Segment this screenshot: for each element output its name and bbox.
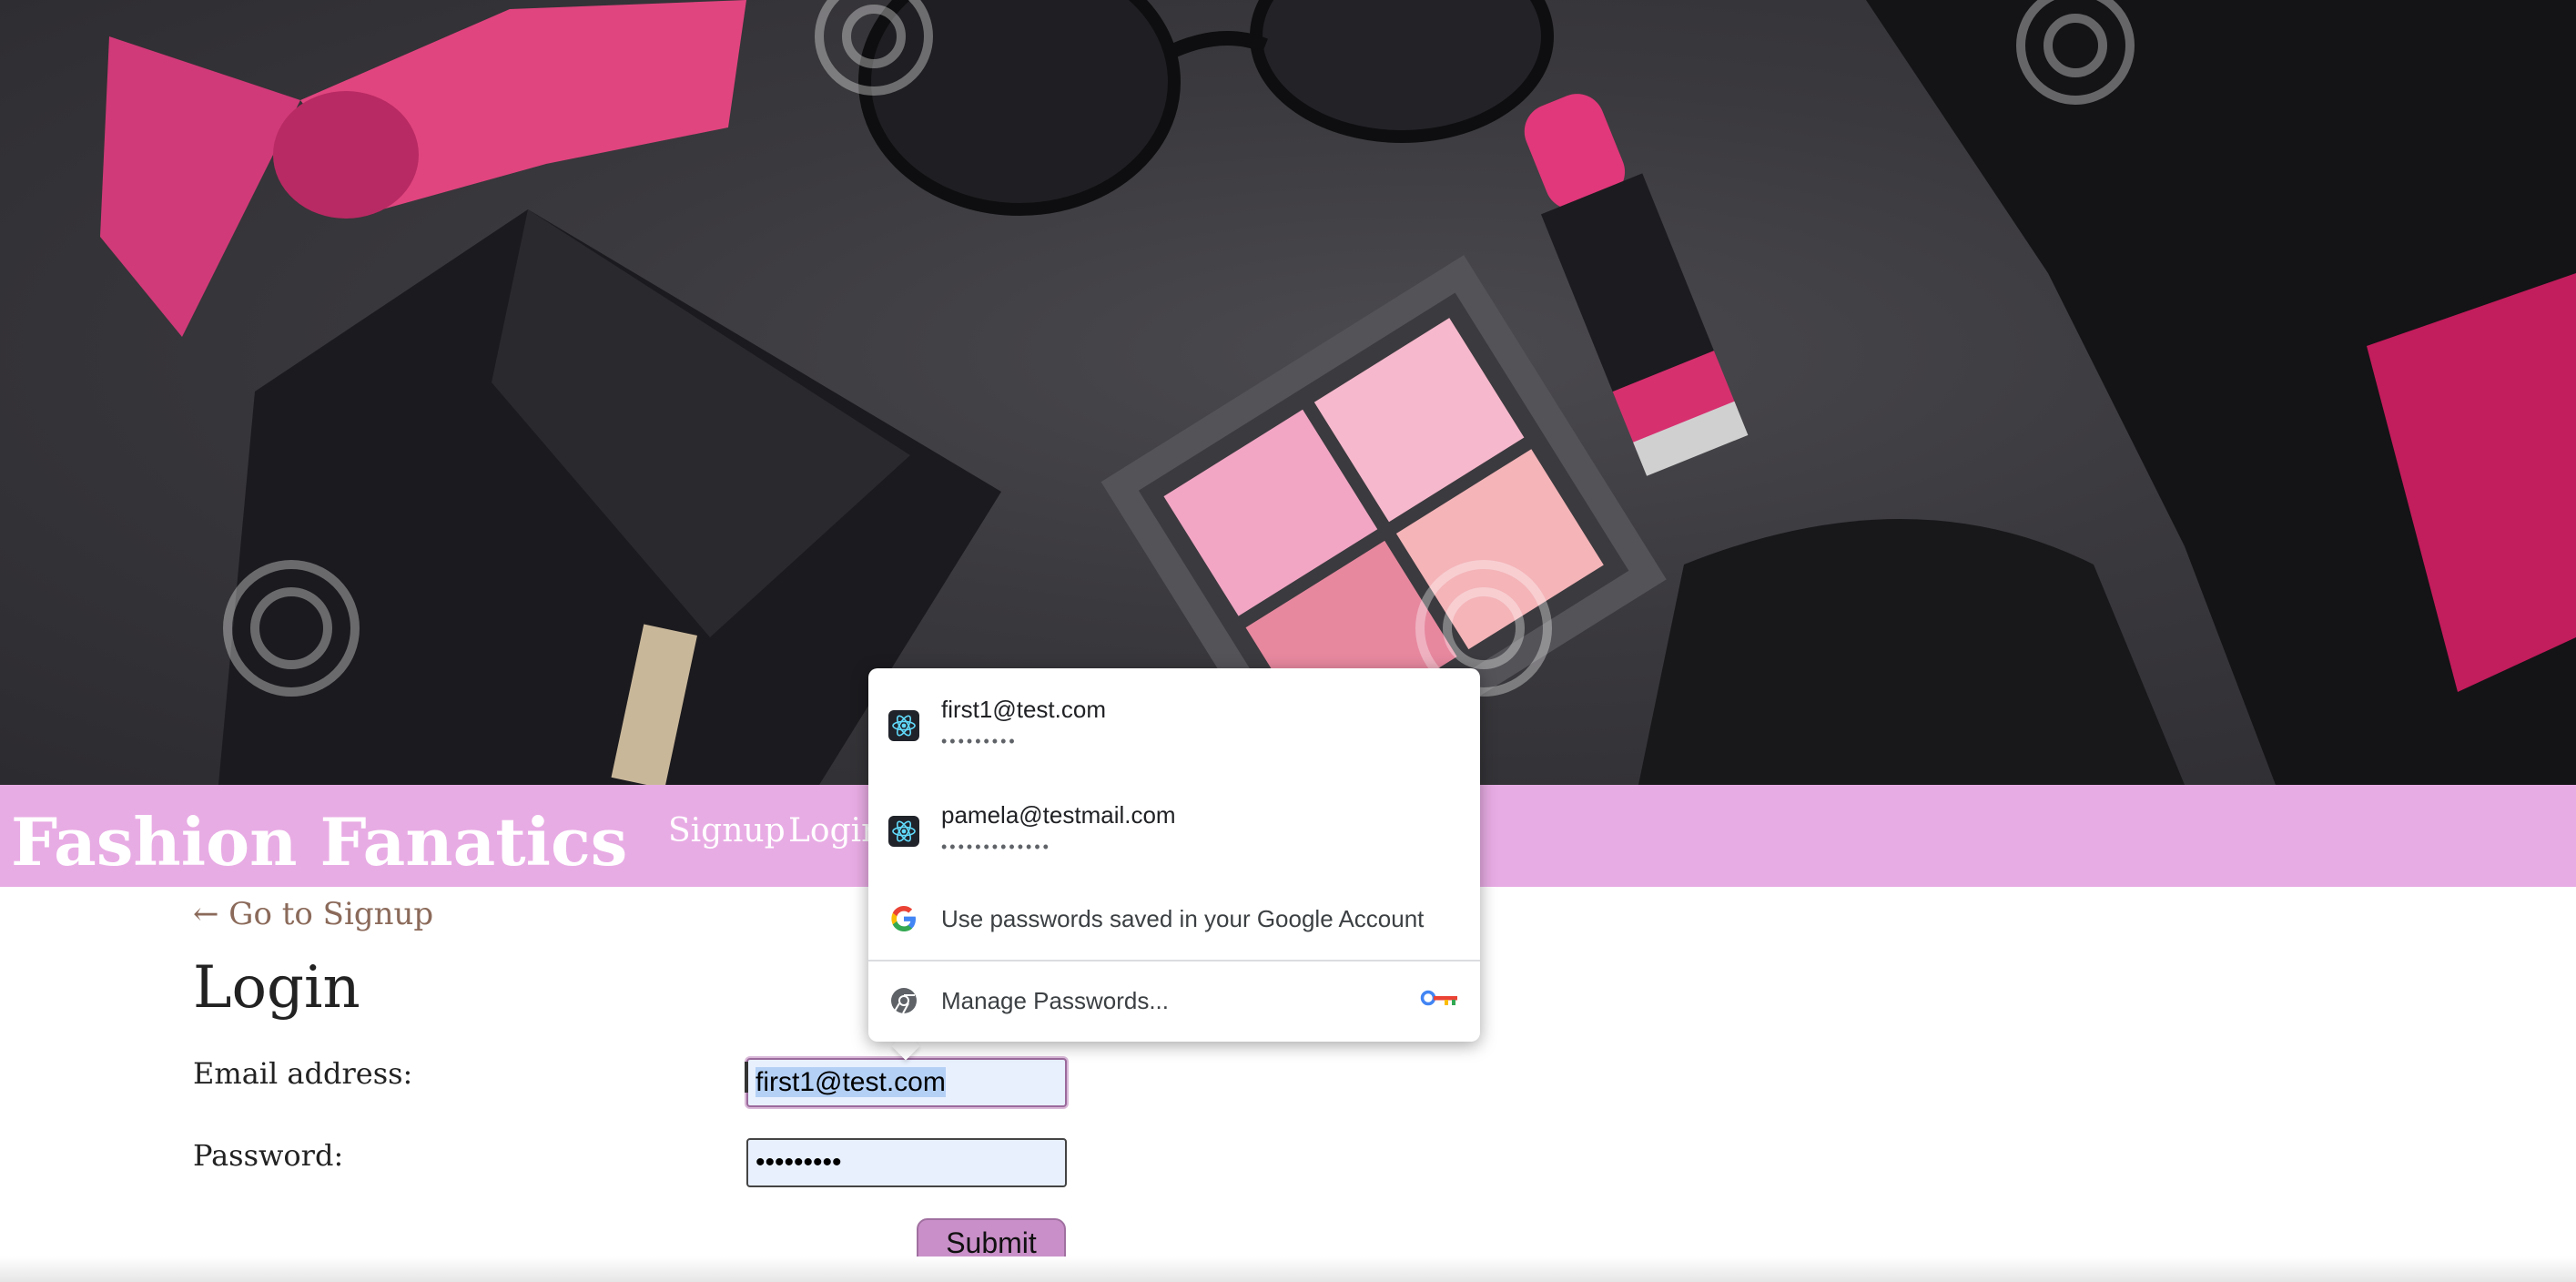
manage-passwords-label: Manage Passwords... (941, 987, 1170, 1014)
go-to-signup-link[interactable]: ← Go to Signup (193, 896, 433, 932)
saved-credential-2[interactable]: pamela@testmail.com ••••••••••••• (868, 774, 1480, 865)
credential-email: first1@test.com (941, 696, 1106, 723)
hero-image (0, 0, 2576, 785)
bottom-edge-shadow (0, 1257, 2576, 1282)
sunglasses-illustration (858, 0, 1554, 216)
password-field[interactable]: ••••••••• (746, 1138, 1067, 1187)
page-title: Login (193, 954, 360, 1022)
password-autofill-popup: first1@test.com ••••••••• pamela@testmai… (868, 668, 1480, 1042)
google-account-passwords-label: Use passwords saved in your Google Accou… (941, 905, 1425, 932)
google-g-icon (891, 906, 916, 931)
saved-credential-1[interactable]: first1@test.com ••••••••• (868, 668, 1480, 759)
hero-illustration (100, 0, 2576, 785)
nav-link-signup[interactable]: Signup (668, 812, 786, 850)
password-field-value: ••••••••• (756, 1147, 842, 1177)
email-field-value: first1@test.com (756, 1067, 946, 1097)
password-label: Password: (193, 1138, 344, 1173)
email-label: Email address: (193, 1056, 413, 1091)
credential-email: pamela@testmail.com (941, 801, 1176, 829)
key-icon (1420, 990, 1457, 1006)
credential-password-mask: ••••••••• (941, 732, 1018, 750)
email-field[interactable]: first1@test.com (746, 1058, 1067, 1107)
manage-passwords-option[interactable]: Manage Passwords... (868, 974, 1480, 1029)
credential-password-mask: ••••••••••••• (941, 838, 1051, 856)
chrome-icon (891, 988, 917, 1014)
brand-title[interactable]: Fashion Fanatics (11, 803, 627, 880)
google-account-passwords-option[interactable]: Use passwords saved in your Google Accou… (868, 892, 1480, 947)
react-atom-icon (888, 710, 919, 741)
popup-divider (868, 960, 1480, 962)
text-cursor (745, 1062, 748, 1093)
react-atom-icon (888, 816, 919, 847)
high-heel-illustration (1638, 0, 2576, 785)
